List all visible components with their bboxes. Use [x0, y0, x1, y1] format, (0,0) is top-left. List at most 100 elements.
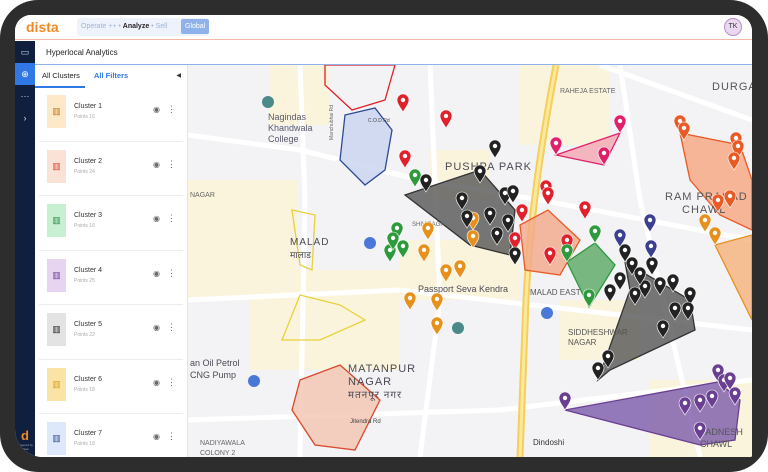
map-label: YADNESH — [700, 427, 743, 437]
chevron-right-icon[interactable]: › — [15, 107, 35, 129]
eye-icon[interactable]: ◉ — [153, 378, 160, 387]
cluster-points: Points 16 — [74, 223, 95, 229]
map-pin-purple[interactable] — [558, 391, 572, 411]
map-icon: ▥ — [47, 204, 66, 237]
map-label: SIDDHESHWAR — [568, 328, 628, 337]
eye-icon[interactable]: ◉ — [153, 105, 160, 114]
crumb-analyze[interactable]: Analyze — [123, 23, 149, 30]
more-vertical-icon[interactable]: ⋮ — [167, 104, 176, 115]
crumb-sell[interactable]: Sell — [156, 23, 168, 30]
cluster-item[interactable]: ▥ Cluster 2 Points 24 ◉ ⋮ — [39, 142, 183, 196]
map-pin-red[interactable] — [578, 200, 592, 220]
map-label: Manchubhai Rd — [329, 105, 335, 140]
eye-icon[interactable]: ◉ — [153, 323, 160, 332]
cluster-item[interactable]: ▥ Cluster 3 Points 16 ◉ ⋮ — [39, 196, 183, 251]
map-pin-green[interactable] — [588, 224, 602, 244]
cluster-points: Points 24 — [74, 168, 95, 175]
poi-icon[interactable] — [262, 96, 274, 108]
map-label: NADIYAWALA — [200, 440, 245, 447]
poi-icon[interactable] — [452, 322, 464, 334]
cluster-item[interactable]: ▥ Cluster 1 Points 16 ◉ ⋮ — [39, 87, 183, 142]
map-label: Nagindas — [268, 112, 307, 122]
map-pin-pink[interactable] — [613, 114, 627, 134]
map-area — [520, 65, 610, 145]
cluster-points: Points 18 — [74, 386, 95, 393]
more-vertical-icon[interactable]: ⋮ — [167, 213, 176, 224]
tab-all-filters[interactable]: All Filters — [94, 65, 128, 87]
cluster-item[interactable]: ▥ Cluster 6 Points 18 ◉ ⋮ — [39, 360, 183, 414]
map-label: Khandwala — [268, 123, 313, 133]
map-pin-red[interactable] — [396, 93, 410, 113]
map-label: COLONY 2 — [200, 450, 235, 457]
eye-icon[interactable]: ◉ — [153, 432, 160, 441]
map-label: NAGAR — [348, 376, 392, 388]
more-vertical-icon[interactable]: ⋮ — [167, 322, 176, 333]
map-pin-orange[interactable] — [708, 226, 722, 246]
map-label: MATANPUR — [348, 363, 416, 375]
cluster-name: Cluster 6 — [74, 375, 103, 383]
map-pin-red[interactable] — [439, 109, 453, 129]
collapse-panel-icon[interactable]: ◀ — [176, 65, 181, 87]
poi-icon[interactable] — [248, 375, 260, 387]
map-pin-orange[interactable] — [430, 316, 444, 336]
cluster-polygon[interactable] — [324, 65, 396, 111]
map-label: CHAWL — [700, 439, 732, 449]
map-icon: ▥ — [47, 367, 66, 401]
avatar[interactable]: TK — [724, 18, 742, 36]
page-title: Hyperlocal Analytics — [35, 41, 752, 65]
map-icon: ▥ — [47, 258, 66, 292]
more-vertical-icon[interactable]: ⋮ — [167, 268, 176, 279]
global-button[interactable]: Global — [181, 19, 210, 34]
map-pin-orange[interactable] — [421, 221, 435, 241]
map-pin-black[interactable] — [488, 139, 502, 159]
map-label: मालाड — [290, 250, 311, 260]
map-pin-black[interactable] — [506, 184, 520, 204]
eye-icon[interactable]: ◉ — [153, 269, 160, 278]
cluster-name: Cluster 3 — [74, 212, 103, 219]
cluster-polygon[interactable] — [714, 234, 752, 321]
dista-logo: dista — [26, 19, 59, 35]
cluster-points: Points 22 — [74, 332, 95, 338]
search-analytics-icon[interactable]: ⊕ — [15, 63, 35, 85]
map-pin-black[interactable] — [613, 271, 627, 291]
footer-logo: d Powered by Dista — [17, 428, 33, 451]
map-label: RAHEJA ESTATE — [560, 88, 616, 95]
map-label: NAGAR — [568, 338, 597, 347]
map[interactable]: Nagindas Khandwala College PUSHPA PARK MALAD… — [188, 65, 752, 457]
eye-icon[interactable]: ◉ — [153, 214, 160, 223]
folder-icon[interactable]: ▭ — [15, 41, 35, 63]
more-vertical-icon[interactable]: ⋮ — [167, 159, 176, 170]
more-icon[interactable]: ··· — [15, 85, 35, 107]
poi-icon[interactable] — [541, 307, 553, 319]
map-pin-green[interactable] — [408, 168, 422, 188]
map-pin-red[interactable] — [515, 203, 529, 223]
cluster-item[interactable]: ▥ Cluster 5 Points 22 ◉ ⋮ — [39, 305, 183, 360]
poi-icon[interactable] — [364, 237, 376, 249]
cluster-name: Cluster 4 — [74, 266, 103, 274]
eye-icon[interactable]: ◉ — [153, 160, 160, 169]
more-vertical-icon[interactable]: ⋮ — [167, 431, 176, 442]
top-bar: dista Operate ++ • Analyze • Sell Global… — [15, 15, 752, 40]
map-label: Jitendra Rd — [350, 419, 381, 425]
app-window: dista Operate ++ • Analyze • Sell Global… — [15, 15, 752, 457]
more-vertical-icon[interactable]: ⋮ — [167, 377, 176, 388]
map-label: PUSHPA PARK — [445, 161, 532, 173]
map-icon: ▥ — [47, 149, 66, 183]
map-label: College — [268, 134, 299, 144]
clusters-panel: All Clusters All Filters ◀ ▥ Cluster 1 P… — [35, 65, 188, 457]
map-pin-pink[interactable] — [549, 136, 563, 156]
map-icon: ▥ — [47, 313, 66, 346]
map-label: मतनपूर नगर — [348, 390, 402, 401]
map-canvas[interactable]: NagindasKhandwalaCollege PUSHPA PARK MALAD… — [188, 65, 752, 457]
map-label: NAGAR — [190, 192, 215, 199]
tab-all-clusters[interactable]: All Clusters — [35, 65, 85, 88]
map-label: C.O.D Rd — [368, 118, 390, 124]
cluster-item[interactable]: ▥ Cluster 7 Points 18 ◉ ⋮ — [39, 414, 183, 457]
crumb-operate[interactable]: Operate ++ — [81, 23, 116, 30]
cluster-item[interactable]: ▥ Cluster 4 Points 25 ◉ ⋮ — [39, 251, 183, 305]
map-pin-orange[interactable] — [403, 291, 417, 311]
map-label: MALAD — [290, 237, 329, 248]
cluster-points: Points 16 — [74, 114, 95, 120]
map-pin-red[interactable] — [398, 149, 412, 169]
map-pin-black[interactable] — [603, 283, 617, 303]
